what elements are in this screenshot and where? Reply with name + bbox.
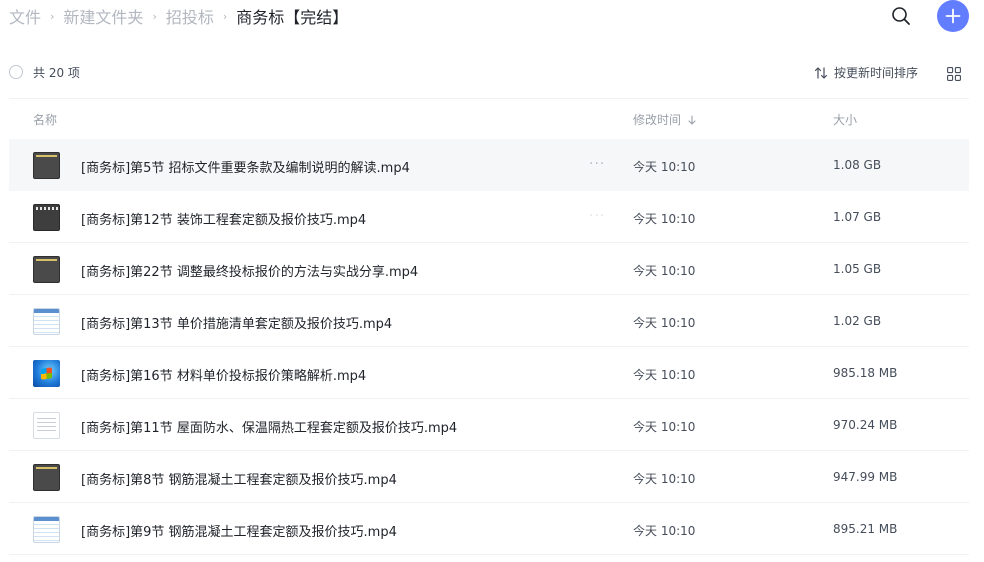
file-row[interactable]: [商务标]第22节 调整最终投标报价的方法与实战分享.mp4 今天 10:10 … xyxy=(9,243,969,295)
file-row[interactable]: [商务标]第13节 单价措施清单套定额及报价技巧.mp4 今天 10:10 1.… xyxy=(9,295,969,347)
video-thumbnail xyxy=(33,464,60,491)
file-name[interactable]: [商务标]第9节 钢筋混凝土工程套定额及报价技巧.mp4 xyxy=(81,521,397,540)
breadcrumb-item-files[interactable]: 文件 xyxy=(9,4,41,28)
add-button[interactable] xyxy=(937,0,969,32)
file-size: 1.02 GB xyxy=(833,314,882,328)
sort-icon xyxy=(814,66,828,79)
column-header-modified[interactable]: 修改时间 xyxy=(633,111,697,128)
breadcrumb-current-folder: 商务标【完结】 xyxy=(236,8,349,27)
breadcrumb-item-bidding[interactable]: 招投标 xyxy=(166,4,214,28)
file-browser: 文件 › 新建文件夹 › 招投标 › 商务标【完结】 共 20 项 按更新时间排… xyxy=(0,0,984,562)
video-thumbnail xyxy=(33,204,60,231)
column-header-modified-label: 修改时间 xyxy=(633,113,682,127)
video-thumbnail xyxy=(33,152,60,179)
file-row[interactable]: [商务标]第12节 装饰工程套定额及报价技巧.mp4 ··· 今天 10:10 … xyxy=(9,191,969,243)
sort-button[interactable]: 按更新时间排序 xyxy=(814,64,918,81)
file-size: 970.24 MB xyxy=(833,418,898,432)
plus-icon xyxy=(945,8,961,24)
video-thumbnail xyxy=(33,412,60,439)
file-name[interactable]: [商务标]第12节 装饰工程套定额及报价技巧.mp4 xyxy=(81,209,366,228)
video-thumbnail xyxy=(33,308,60,335)
file-modified: 今天 10:10 xyxy=(633,160,696,174)
video-thumbnail xyxy=(33,256,60,283)
file-size: 1.08 GB xyxy=(833,158,882,172)
toolbar-divider xyxy=(9,98,969,99)
breadcrumb-item-new-folder[interactable]: 新建文件夹 xyxy=(63,4,143,28)
total-count: 共 20 项 xyxy=(33,66,80,80)
file-name[interactable]: [商务标]第16节 材料单价投标报价策略解析.mp4 xyxy=(81,365,366,384)
grid-view-button[interactable] xyxy=(947,66,961,81)
sort-label: 按更新时间排序 xyxy=(834,66,919,80)
file-name[interactable]: [商务标]第22节 调整最终投标报价的方法与实战分享.mp4 xyxy=(81,261,418,280)
file-modified: 今天 10:10 xyxy=(633,264,696,278)
more-options-icon[interactable]: ··· xyxy=(589,209,605,223)
breadcrumb-separator: › xyxy=(152,9,157,23)
file-modified: 今天 10:10 xyxy=(633,420,696,434)
file-modified: 今天 10:10 xyxy=(633,524,696,538)
file-row[interactable]: [商务标]第16节 材料单价投标报价策略解析.mp4 今天 10:10 985.… xyxy=(9,347,969,399)
file-name[interactable]: [商务标]第11节 屋面防水、保温隔热工程套定额及报价技巧.mp4 xyxy=(81,417,457,436)
video-thumbnail xyxy=(33,360,60,387)
file-modified: 今天 10:10 xyxy=(633,212,696,226)
column-header-name: 名称 xyxy=(33,113,58,127)
breadcrumb-separator: › xyxy=(222,9,228,23)
arrow-down-icon xyxy=(688,114,696,125)
file-row[interactable]: [商务标]第8节 钢筋混凝土工程套定额及报价技巧.mp4 今天 10:10 94… xyxy=(9,451,969,503)
file-size: 947.99 MB xyxy=(833,470,898,484)
search-button[interactable] xyxy=(889,4,913,28)
file-size: 985.18 MB xyxy=(833,366,898,380)
file-row[interactable]: [商务标]第11节 屋面防水、保温隔热工程套定额及报价技巧.mp4 今天 10:… xyxy=(9,399,969,451)
file-size: 1.05 GB xyxy=(833,262,882,276)
breadcrumb: 文件 › 新建文件夹 › 招投标 › 商务标【完结】 xyxy=(9,4,348,28)
file-name[interactable]: [商务标]第13节 单价措施清单套定额及报价技巧.mp4 xyxy=(81,313,392,332)
breadcrumb-separator: › xyxy=(50,9,55,23)
select-all-checkbox[interactable] xyxy=(9,65,23,79)
file-size: 895.21 MB xyxy=(833,522,898,536)
column-header-size: 大小 xyxy=(833,113,858,127)
file-list: [商务标]第5节 招标文件重要条款及编制说明的解读.mp4 ··· 今天 10:… xyxy=(9,139,969,555)
file-row[interactable]: [商务标]第9节 钢筋混凝土工程套定额及报价技巧.mp4 今天 10:10 89… xyxy=(9,503,969,555)
file-name[interactable]: [商务标]第5节 招标文件重要条款及编制说明的解读.mp4 xyxy=(81,157,410,176)
grid-view-icon xyxy=(947,67,961,81)
file-row[interactable]: [商务标]第5节 招标文件重要条款及编制说明的解读.mp4 ··· 今天 10:… xyxy=(9,139,969,191)
file-modified: 今天 10:10 xyxy=(633,316,696,330)
file-modified: 今天 10:10 xyxy=(633,368,696,382)
file-modified: 今天 10:10 xyxy=(633,472,696,486)
file-name[interactable]: [商务标]第8节 钢筋混凝土工程套定额及报价技巧.mp4 xyxy=(81,469,397,488)
file-size: 1.07 GB xyxy=(833,210,882,224)
search-icon xyxy=(892,7,910,25)
more-options-icon[interactable]: ··· xyxy=(589,157,605,171)
video-thumbnail xyxy=(33,516,60,543)
